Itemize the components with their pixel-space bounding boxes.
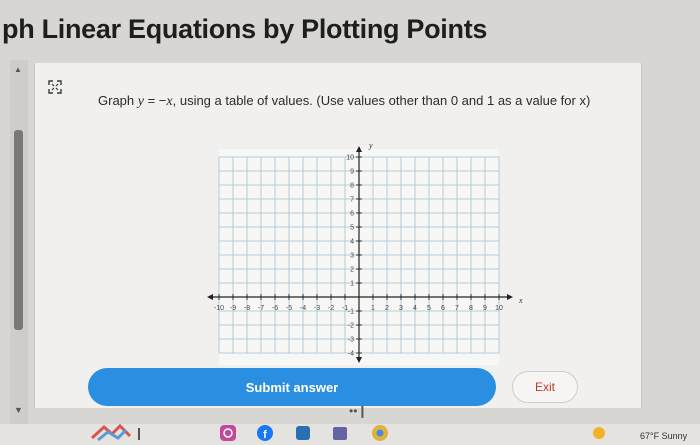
x-tick-label: -5: [286, 305, 292, 312]
scrollbar[interactable]: ▲ ▼: [10, 60, 28, 425]
x-tick-label: 8: [469, 305, 473, 312]
x-tick-label: -10: [214, 305, 224, 312]
exit-button[interactable]: Exit: [512, 371, 578, 403]
coordinate-graph[interactable]: -10 -9 -8 -7 -6 -5 -4 -3 -2 -1 1 2 3 4 5 6 7 8 9 10 10 9 8 7 6 5…: [205, 140, 530, 365]
x-tick-label: -6: [272, 305, 278, 312]
y-tick-label: 2: [350, 267, 354, 274]
y-tick-label: -3: [348, 337, 354, 344]
expand-icon[interactable]: [48, 80, 62, 94]
equation-equals: = −: [143, 93, 167, 108]
x-tick-label: 4: [413, 305, 417, 312]
page-title: ph Linear Equations by Plotting Points: [2, 14, 488, 44]
weather-text: 67°F Sunny: [640, 431, 688, 441]
question-text: Graph y = −x, using a table of values. (…: [98, 93, 590, 110]
x-tick-label: 3: [399, 305, 403, 312]
x-tick-label: -3: [314, 305, 320, 312]
y-tick-label: 7: [350, 197, 354, 204]
y-tick-label: 3: [350, 253, 354, 260]
scroll-up-icon[interactable]: ▲: [14, 66, 22, 74]
x-tick-label: 7: [455, 305, 459, 312]
scroll-down-icon[interactable]: ▼: [14, 406, 23, 415]
taskbar: f 67°F Sunny: [0, 424, 700, 445]
scroll-thumb[interactable]: [14, 130, 23, 330]
weather-icon[interactable]: [588, 424, 610, 442]
submit-answer-button[interactable]: Submit answer: [88, 368, 496, 406]
x-tick-label: 1: [371, 305, 375, 312]
y-axis-label: y: [368, 141, 373, 150]
y-tick-label: -4: [348, 351, 354, 358]
x-tick-label: 2: [385, 305, 389, 312]
y-tick-label: 6: [350, 211, 354, 218]
x-axis-arrow-left: [207, 294, 213, 300]
y-tick-label: -1: [348, 309, 354, 316]
x-tick-label: -7: [258, 305, 264, 312]
y-tick-label: 9: [350, 169, 354, 176]
x-tick-label: 9: [483, 305, 487, 312]
app-icon[interactable]: [293, 424, 313, 442]
y-tick-label: -2: [348, 323, 354, 330]
x-tick-label: -8: [244, 305, 250, 312]
text-cursor-icon: ••❙: [349, 404, 368, 418]
instagram-icon[interactable]: [218, 424, 238, 442]
question-suffix: , using a table of values. (Use values o…: [172, 93, 591, 108]
x-tick-label: -2: [328, 305, 334, 312]
y-tick-label: 8: [350, 183, 354, 190]
y-tick-label: 4: [350, 239, 354, 246]
question-prefix: Graph: [98, 93, 138, 108]
y-tick-label: 10: [346, 155, 354, 162]
x-axis-label: x: [518, 296, 523, 305]
apps-icon[interactable]: [90, 424, 150, 442]
x-tick-label: 5: [427, 305, 431, 312]
facebook-icon[interactable]: f: [255, 424, 275, 442]
x-tick-label: 6: [441, 305, 445, 312]
svg-text:f: f: [263, 429, 267, 441]
y-tick-label: 5: [350, 225, 354, 232]
x-tick-label: -9: [230, 305, 236, 312]
y-tick-label: 1: [350, 281, 354, 288]
x-tick-label: -4: [300, 305, 306, 312]
teams-icon[interactable]: [330, 424, 350, 442]
chrome-icon[interactable]: [370, 424, 390, 442]
x-axis-arrow: [507, 294, 513, 300]
x-tick-label: 10: [495, 305, 503, 312]
